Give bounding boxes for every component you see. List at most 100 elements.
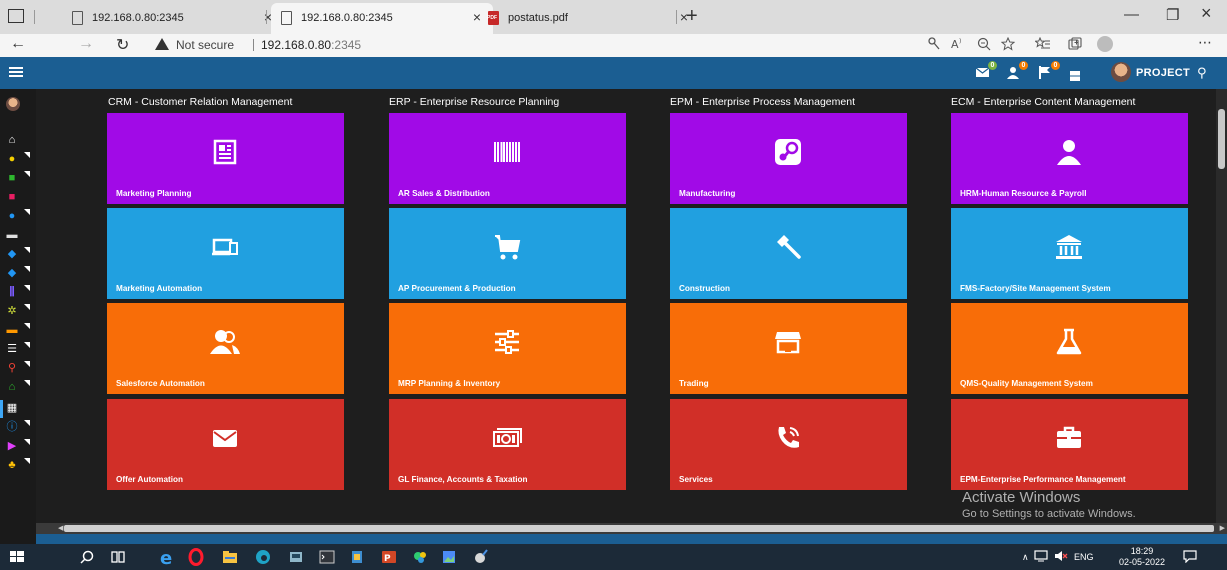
grid-menu-button[interactable] [1070, 68, 1086, 81]
sidebar-item-list[interactable]: ☰ [0, 341, 36, 359]
sidebar-item-tags[interactable]: ◆ [0, 246, 36, 264]
drawing-app-icon[interactable] [471, 548, 489, 566]
scrollbar-thumb[interactable] [64, 525, 1214, 532]
read-aloud-icon[interactable]: A) [951, 37, 967, 51]
sidebar-avatar[interactable] [0, 95, 36, 113]
key-icon[interactable] [928, 37, 940, 51]
sidebar-item-library[interactable]: ⫼ [0, 284, 36, 302]
image-viewer-icon[interactable] [440, 548, 458, 566]
money-icon [493, 428, 522, 447]
vertical-scrollbar[interactable] [1216, 89, 1227, 523]
sidebar-item-info[interactable]: ⓘ [0, 419, 36, 437]
documents-app-icon[interactable] [348, 548, 366, 566]
sidebar-item-home[interactable]: ⌂ [0, 132, 36, 150]
home-icon: ⌂ [8, 134, 16, 146]
tile-fms-factory-site-management[interactable]: FMS-Factory/Site Management System [951, 208, 1188, 299]
tile-label: MRP Planning & Inventory [398, 379, 501, 388]
zoom-icon[interactable] [977, 37, 991, 51]
url-field[interactable]: 192.168.0.80:2345 [261, 38, 361, 52]
profile-avatar-icon[interactable] [1097, 36, 1113, 52]
tile-trading[interactable]: Trading [670, 303, 907, 394]
tray-chevron-icon[interactable]: ∧ [1022, 552, 1029, 563]
tile-ar-sales-distribution[interactable]: AR Sales & Distribution [389, 113, 626, 204]
collections-icon[interactable] [1068, 37, 1082, 51]
speaker-muted-icon[interactable] [1054, 549, 1068, 563]
sidebar-item-customers[interactable]: ■ [0, 189, 36, 207]
flag-notification-button[interactable]: 0 [1038, 61, 1060, 79]
sidebar-item-contacts[interactable]: ■ [0, 170, 36, 188]
tile-mrp-planning-inventory[interactable]: MRP Planning & Inventory [389, 303, 626, 394]
sidebar-item-keyboard[interactable]: ▬ [0, 322, 36, 340]
window-close-button[interactable]: × [1201, 3, 1212, 24]
submenu-flag-icon [24, 247, 30, 253]
restore-button[interactable]: ❐ [1166, 6, 1179, 24]
tile-epm-enterprise-performance[interactable]: EPM-Enterprise Performance Management [951, 399, 1188, 490]
scroll-right-arrow-icon[interactable]: ▶ [1220, 524, 1225, 532]
network-app-icon[interactable] [287, 548, 305, 566]
edge-browser-icon[interactable] [254, 548, 272, 566]
sidebar-item-org[interactable]: ♣ [0, 457, 36, 475]
search-icon[interactable] [78, 548, 96, 566]
new-tab-button[interactable]: + [686, 5, 698, 28]
key-icon[interactable]: ⚲ [1197, 65, 1207, 81]
tile-services[interactable]: Services [670, 399, 907, 490]
mail-notification-button[interactable]: 0 [975, 61, 997, 79]
minimize-button[interactable]: — [1124, 6, 1139, 23]
terminal-icon[interactable] [318, 548, 336, 566]
project-menu[interactable]: PROJECT [1136, 67, 1190, 79]
tile-manufacturing[interactable]: Manufacturing [670, 113, 907, 204]
sidebar-item-video[interactable]: ▶ [0, 438, 36, 456]
task-view-icon[interactable] [109, 548, 127, 566]
tile-label: AP Procurement & Production [398, 284, 516, 293]
tile-salesforce-automation[interactable]: Salesforce Automation [107, 303, 344, 394]
user-avatar[interactable] [1111, 62, 1131, 82]
windows-start-icon[interactable] [8, 548, 26, 566]
opera-icon[interactable] [187, 548, 205, 566]
reload-icon[interactable]: ↻ [116, 35, 129, 55]
favorite-star-icon[interactable] [1001, 37, 1015, 51]
tile-label: Marketing Automation [116, 284, 203, 293]
tile-ap-procurement-production[interactable]: AP Procurement & Production [389, 208, 626, 299]
back-arrow-icon[interactable]: ← [10, 35, 26, 53]
scrollbar-thumb[interactable] [1218, 109, 1225, 169]
sidebar-item-user[interactable]: ● [0, 151, 36, 169]
hamburger-menu-icon[interactable] [9, 67, 23, 77]
tile-gl-finance-accounts-taxation[interactable]: GL Finance, Accounts & Taxation [389, 399, 626, 490]
browser-tab-1[interactable]: 192.168.0.80:2345 × [62, 3, 284, 34]
tile-qms-quality-management[interactable]: QMS-Quality Management System [951, 303, 1188, 394]
sidebar-item-search[interactable]: ⚲ [0, 360, 36, 378]
forward-arrow-icon[interactable]: → [78, 35, 94, 53]
sidebar-item-groups[interactable]: ● [0, 208, 36, 226]
sidebar-item-settings[interactable]: ✲ [0, 303, 36, 321]
browser-tab-2[interactable]: 192.168.0.80:2345 × [271, 3, 493, 34]
system-clock[interactable]: 18:29 02-05-2022 [1119, 546, 1165, 568]
sidebar-item-labels[interactable]: ◆ [0, 265, 36, 283]
language-indicator[interactable]: ENG [1074, 552, 1094, 562]
paint-app-icon[interactable] [411, 548, 429, 566]
url-host: 192.168.0.80 [261, 38, 332, 52]
tile-offer-automation[interactable]: Offer Automation [107, 399, 344, 490]
network-tray-icon[interactable] [1034, 549, 1048, 563]
internet-explorer-icon[interactable]: e [159, 548, 177, 566]
user-notification-button[interactable]: 0 [1006, 61, 1028, 79]
browser-tab-3[interactable]: postatus.pdf × [478, 3, 700, 34]
tab-actions-icon[interactable] [8, 9, 24, 23]
file-explorer-icon[interactable] [221, 548, 239, 566]
hammer-icon [777, 235, 801, 259]
scroll-left-arrow-icon[interactable]: ◀ [58, 524, 63, 532]
favorites-list-icon[interactable] [1035, 37, 1051, 51]
more-options-icon[interactable]: ⋯ [1198, 34, 1212, 51]
submenu-flag-icon [24, 152, 30, 158]
warning-triangle-icon[interactable] [155, 38, 169, 50]
tile-marketing-automation[interactable]: Marketing Automation [107, 208, 344, 299]
sidebar-item-bank[interactable]: ⌂ [0, 379, 36, 397]
tile-hrm-human-resource-payroll[interactable]: HRM-Human Resource & Payroll [951, 113, 1188, 204]
security-indicator[interactable]: Not secure [176, 38, 234, 52]
sidebar-item-apps[interactable]: ▦ [0, 400, 36, 418]
powerpoint-icon[interactable]: P [380, 548, 398, 566]
tile-marketing-planning[interactable]: Marketing Planning [107, 113, 344, 204]
tile-construction[interactable]: Construction [670, 208, 907, 299]
notification-center-icon[interactable] [1183, 549, 1197, 563]
sidebar-item-cards[interactable]: ▬ [0, 227, 36, 245]
horizontal-scrollbar[interactable]: ◀ ▶ [36, 523, 1227, 534]
